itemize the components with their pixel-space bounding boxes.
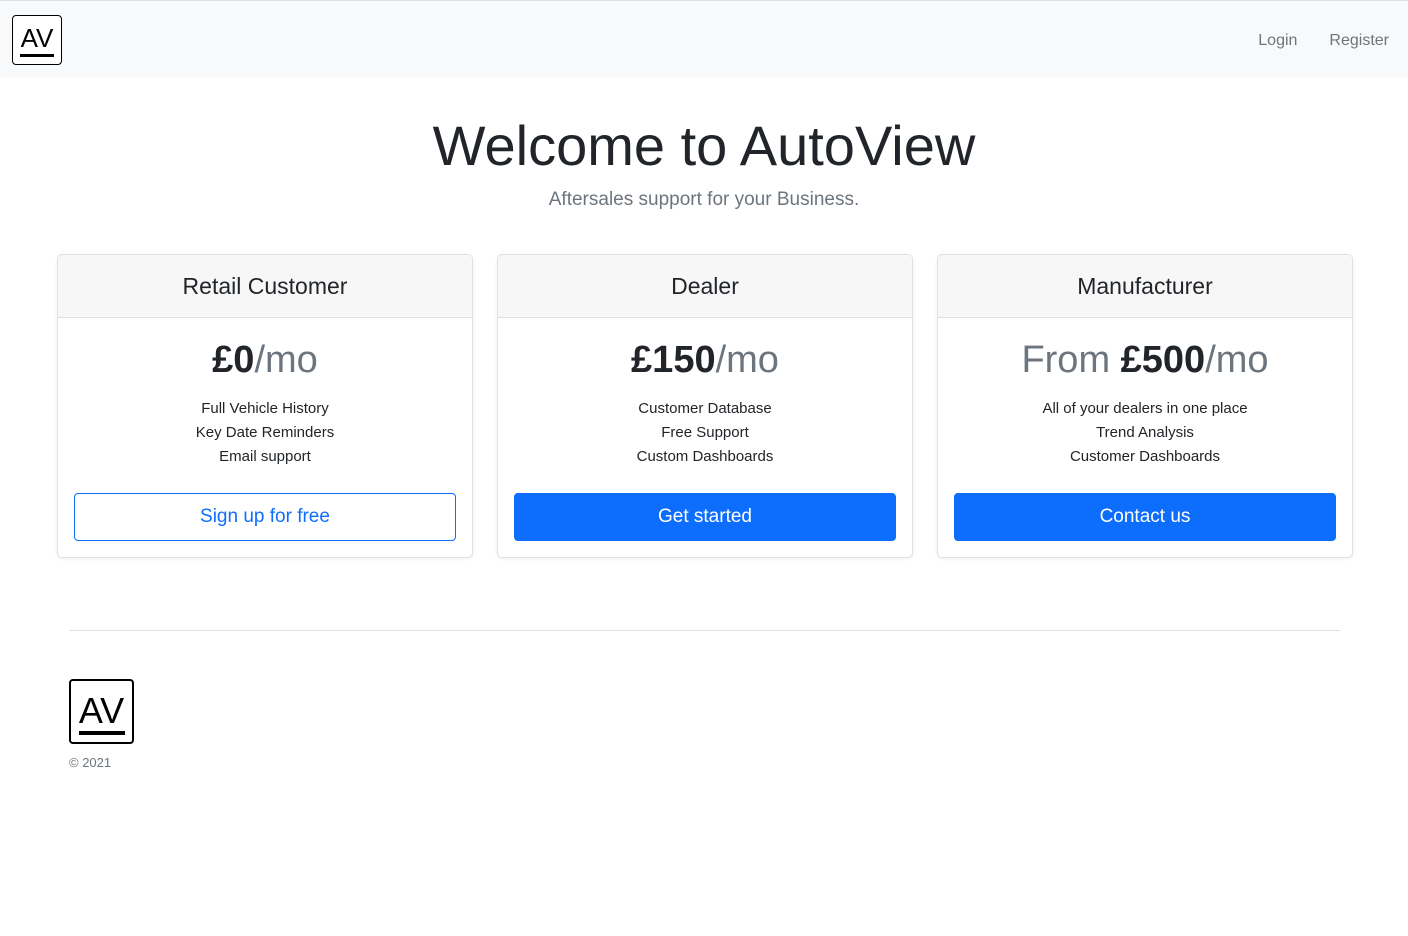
brand-logo-text: AV [20,23,54,53]
feature-list: Full Vehicle History Key Date Reminders … [58,397,472,469]
get-started-button[interactable]: Get started [514,493,896,541]
navbar: AV Login Register [0,0,1408,77]
plan-name: Retail Customer [58,255,472,318]
brand-logo[interactable]: AV [12,15,62,65]
plan-price: From £500/mo [938,335,1352,385]
feature-item: Customer Database [638,400,772,417]
footer-divider [69,630,1340,631]
page-subtitle: Aftersales support for your Business. [548,189,860,210]
price-amount: £0 [212,339,255,381]
copyright-text: © 2021 [69,755,112,770]
feature-item: Customer Dashboards [1069,448,1221,465]
feature-item: Full Vehicle History [201,400,329,417]
price-period: /mo [1205,339,1269,381]
footer-logo: AV [69,679,134,744]
feature-item: Free Support [661,424,749,441]
feature-item: All of your dealers in one place [1042,400,1248,417]
price-amount: £150 [631,339,716,381]
logo-underline [78,730,125,735]
footer-logo-text: AV [78,689,125,731]
login-link[interactable]: Login [1258,31,1297,51]
contact-us-button[interactable]: Contact us [954,493,1336,541]
sign-up-free-button[interactable]: Sign up for free [74,493,456,541]
feature-item: Trend Analysis [1096,424,1194,441]
logo-underline [20,54,54,57]
feature-list: All of your dealers in one place Trend A… [938,397,1352,469]
page-title: Welcome to AutoView [432,114,976,177]
plan-price: £150/mo [498,335,912,385]
plan-name: Manufacturer [938,255,1352,318]
feature-item: Custom Dashboards [636,448,774,465]
nav-links: Login Register [1258,31,1389,51]
pricing-card-manufacturer: Manufacturer From £500/mo All of your de… [937,254,1353,558]
price-amount: £500 [1120,339,1206,381]
register-link[interactable]: Register [1329,31,1389,51]
plan-price: £0/mo [58,335,472,385]
price-period: /mo [254,339,318,381]
pricing-card-dealer: Dealer £150/mo Customer Database Free Su… [497,254,913,558]
price-prefix: From [1021,339,1121,381]
feature-list: Customer Database Free Support Custom Da… [498,397,912,469]
feature-item: Key Date Reminders [195,424,335,441]
pricing-card-retail: Retail Customer £0/mo Full Vehicle Histo… [57,254,473,558]
price-period: /mo [715,339,779,381]
plan-name: Dealer [498,255,912,318]
feature-item: Email support [219,448,311,465]
